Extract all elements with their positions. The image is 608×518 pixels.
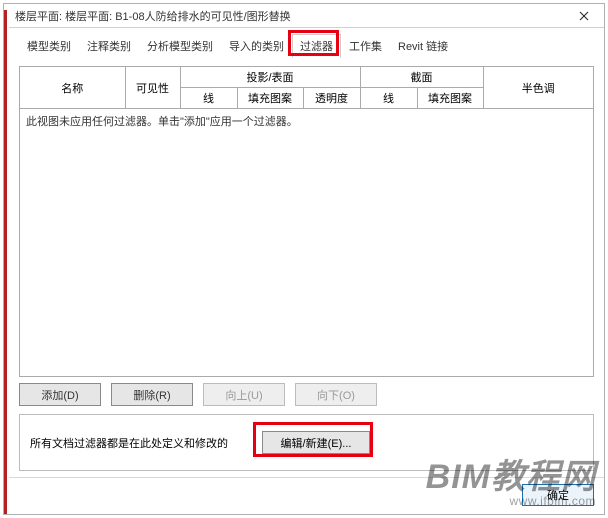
decorative-strip xyxy=(4,10,7,514)
col-proj-pattern: 填充图案 xyxy=(237,88,303,109)
visibility-graphics-dialog: 楼层平面: 楼层平面: B1-08人防给排水的可见性/图形替换 模型类别 注释类… xyxy=(9,4,604,514)
dialog-title: 楼层平面: 楼层平面: B1-08人防给排水的可见性/图形替换 xyxy=(15,8,568,24)
tab-content: 名称 可见性 投影/表面 截面 半色调 线 填充图案 透明度 线 填充图案 此视… xyxy=(9,58,604,477)
remove-button[interactable]: 删除(R) xyxy=(111,383,193,406)
col-halftone: 半色调 xyxy=(483,67,593,109)
col-cut-pattern: 填充图案 xyxy=(417,88,483,109)
tab-imported-categories[interactable]: 导入的类别 xyxy=(221,34,292,58)
col-proj-line: 线 xyxy=(180,88,237,109)
move-up-button: 向上(U) xyxy=(203,383,285,406)
dialog-footer: 确定 xyxy=(9,477,604,514)
filter-button-row: 添加(D) 删除(R) 向上(U) 向下(O) xyxy=(19,377,594,414)
edit-panel-caption: 所有文档过滤器都是在此处定义和修改的 xyxy=(30,435,228,451)
tab-worksets[interactable]: 工作集 xyxy=(341,34,390,58)
col-cut-line: 线 xyxy=(360,88,417,109)
col-name: 名称 xyxy=(20,67,125,109)
filters-table: 名称 可见性 投影/表面 截面 半色调 线 填充图案 透明度 线 填充图案 此视… xyxy=(19,66,594,377)
edit-filters-panel: 所有文档过滤器都是在此处定义和修改的 编辑/新建(E)... xyxy=(19,414,594,471)
tab-filters[interactable]: 过滤器 xyxy=(292,34,341,58)
col-proj-transparency: 透明度 xyxy=(303,88,360,109)
edit-new-button[interactable]: 编辑/新建(E)... xyxy=(262,431,370,454)
tab-analytical-categories[interactable]: 分析模型类别 xyxy=(139,34,221,58)
col-projection-group: 投影/表面 xyxy=(180,67,360,88)
tab-annotation-categories[interactable]: 注释类别 xyxy=(79,34,139,58)
close-icon xyxy=(579,11,589,21)
col-cut-group: 截面 xyxy=(360,67,483,88)
tab-revit-links[interactable]: Revit 链接 xyxy=(390,34,456,58)
table-empty-message: 此视图未应用任何过滤器。单击"添加"应用一个过滤器。 xyxy=(20,109,593,376)
ok-button[interactable]: 确定 xyxy=(522,484,594,506)
close-button[interactable] xyxy=(568,6,600,26)
dialog-titlebar: 楼层平面: 楼层平面: B1-08人防给排水的可见性/图形替换 xyxy=(9,4,604,28)
col-visibility: 可见性 xyxy=(125,67,180,109)
tab-model-categories[interactable]: 模型类别 xyxy=(19,34,79,58)
table-header: 名称 可见性 投影/表面 截面 半色调 线 填充图案 透明度 线 填充图案 xyxy=(20,67,593,109)
move-down-button: 向下(O) xyxy=(295,383,377,406)
add-button[interactable]: 添加(D) xyxy=(19,383,101,406)
tab-strip: 模型类别 注释类别 分析模型类别 导入的类别 过滤器 工作集 Revit 链接 xyxy=(9,28,604,58)
